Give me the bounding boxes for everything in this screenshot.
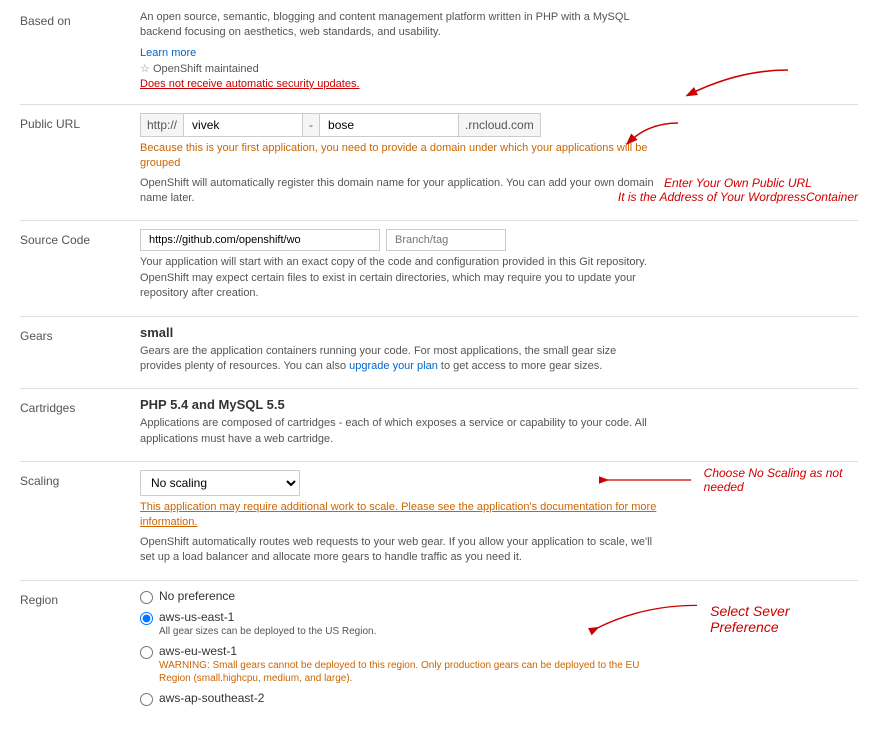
source-url-input[interactable] (140, 229, 380, 251)
cartridges-label: Cartridges (20, 397, 140, 415)
region-label-ap-southeast: aws-ap-southeast-2 (159, 691, 264, 705)
scaling-label: Scaling (20, 470, 140, 488)
region-annotation-text: Select Sever Preference (710, 603, 848, 635)
url-orange-warning: Because this is your first application, … (140, 141, 660, 172)
url-prefix: http:// (140, 113, 183, 137)
url-subdomain-input[interactable] (183, 113, 303, 137)
url-row: http:// - .rncloud.com (140, 113, 660, 137)
security-arrow (678, 65, 798, 108)
scaling-info: OpenShift automatically routes web reque… (140, 535, 660, 566)
region-radio-eu-west[interactable] (140, 646, 153, 659)
public-url-label: Public URL (20, 113, 140, 131)
region-option-ap-southeast: aws-ap-southeast-2 (140, 691, 660, 706)
gears-info: Gears are the application containers run… (140, 344, 660, 375)
wordpress-description: An open source, semantic, blogging and c… (140, 10, 660, 41)
url-suffix: .rncloud.com (459, 113, 541, 137)
branch-input[interactable] (386, 229, 506, 251)
star-icon: ☆ (140, 63, 150, 75)
region-option-eu-west: aws-eu-west-1 WARNING: Small gears canno… (140, 644, 660, 685)
region-label-us-east: aws-us-east-1 (159, 610, 376, 624)
region-desc-eu-west: WARNING: Small gears cannot be deployed … (159, 659, 660, 685)
upgrade-link[interactable]: upgrade your plan (349, 360, 438, 372)
url-info: OpenShift will automatically register th… (140, 176, 660, 207)
cartridges-info: Applications are composed of cartridges … (140, 416, 660, 447)
cartridge-value: PHP 5.4 and MySQL 5.5 (140, 397, 660, 412)
scaling-annotation-text: Choose No Scaling as not needed (704, 466, 858, 494)
scaling-select[interactable]: No scaling Scale up (140, 470, 300, 496)
source-row (140, 229, 660, 251)
region-label: Region (20, 589, 140, 607)
maintained-line: ☆ OpenShift maintained (140, 62, 660, 75)
region-desc-us-east: All gear sizes can be deployed to the US… (159, 625, 376, 638)
scaling-arrow-svg (598, 465, 700, 495)
region-option-us-east: aws-us-east-1 All gear sizes can be depl… (140, 610, 660, 638)
maintained-text: OpenShift maintained (153, 63, 259, 75)
source-info: Your application will start with an exac… (140, 255, 660, 301)
scaling-annotation-area: Choose No Scaling as not needed (598, 465, 858, 495)
based-on-label: Based on (20, 10, 140, 28)
url-annotation-area: Enter Your Own Public URLIt is the Addre… (618, 113, 858, 204)
region-annotation-area: Select Sever Preference (588, 594, 848, 644)
gear-value: small (140, 325, 660, 340)
region-label-no-pref: No preference (159, 589, 235, 603)
region-option-no-pref: No preference (140, 589, 660, 604)
security-warning: Does not receive automatic security upda… (140, 78, 660, 90)
url-domain-input[interactable] (319, 113, 459, 137)
scaling-warning: This application may require additional … (140, 500, 660, 531)
url-arrow-svg (618, 113, 798, 173)
gears-label: Gears (20, 325, 140, 343)
region-radio-ap-southeast[interactable] (140, 693, 153, 706)
gears-info-text2: to get access to more gear sizes. (441, 360, 602, 372)
scaling-row: No scaling Scale up (140, 470, 660, 496)
region-radio-no-pref[interactable] (140, 591, 153, 604)
url-separator: - (303, 113, 319, 137)
learn-more-link[interactable]: Learn more (140, 47, 196, 59)
url-annotation-text: Enter Your Own Public URLIt is the Addre… (618, 176, 858, 204)
source-code-label: Source Code (20, 229, 140, 247)
region-label-eu-west: aws-eu-west-1 (159, 644, 660, 658)
region-arrow-svg (588, 594, 706, 644)
